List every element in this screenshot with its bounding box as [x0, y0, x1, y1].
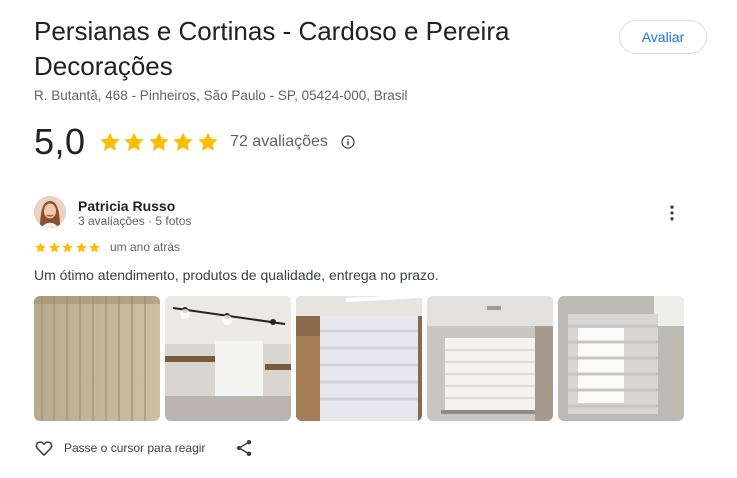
star-icon — [35, 242, 46, 253]
place-title: Persianas e Cortinas - Cardoso e Pereira… — [34, 16, 510, 81]
review-count-link[interactable]: 72 avaliações — [230, 133, 328, 151]
more-vert-icon[interactable] — [662, 203, 682, 223]
reviewer-meta: 3 avaliações · 5 fotos — [78, 214, 192, 228]
avatar[interactable] — [34, 196, 66, 228]
photo-sheer-roller-blind[interactable] — [296, 296, 422, 421]
rating-stars — [98, 130, 221, 154]
place-address: R. Butantã, 468 - Pinheiros, São Paulo -… — [34, 88, 408, 103]
rating-summary: 5,0 72 avaliações — [34, 120, 356, 164]
react-label: Passe o cursor para reagir — [64, 441, 206, 455]
photo-window-blind-room[interactable] — [427, 296, 553, 421]
review-photos — [34, 296, 684, 421]
star-icon — [99, 132, 120, 151]
review-time: um ano atrás — [110, 240, 181, 254]
star-icon — [197, 132, 218, 151]
photo-room-ceiling-lights[interactable] — [165, 296, 291, 421]
star-icon — [148, 132, 169, 151]
star-icon — [62, 242, 73, 253]
share-icon[interactable] — [234, 438, 254, 458]
star-icon — [48, 242, 60, 253]
star-icon — [173, 132, 193, 151]
review-text: Um ótimo atendimento, produtos de qualid… — [34, 267, 439, 283]
rate-button[interactable]: Avaliar — [619, 20, 707, 54]
info-icon[interactable] — [340, 134, 356, 150]
reviewer-name[interactable]: Patricia Russo — [78, 198, 175, 214]
heart-icon[interactable] — [34, 438, 54, 458]
review-stars — [34, 241, 102, 254]
star-icon — [89, 242, 100, 253]
star-icon — [75, 242, 87, 253]
photo-beige-curtain[interactable] — [34, 296, 160, 421]
photo-zebra-blind-window[interactable] — [558, 296, 684, 421]
rating-score: 5,0 — [34, 121, 86, 162]
star-icon — [124, 132, 144, 151]
